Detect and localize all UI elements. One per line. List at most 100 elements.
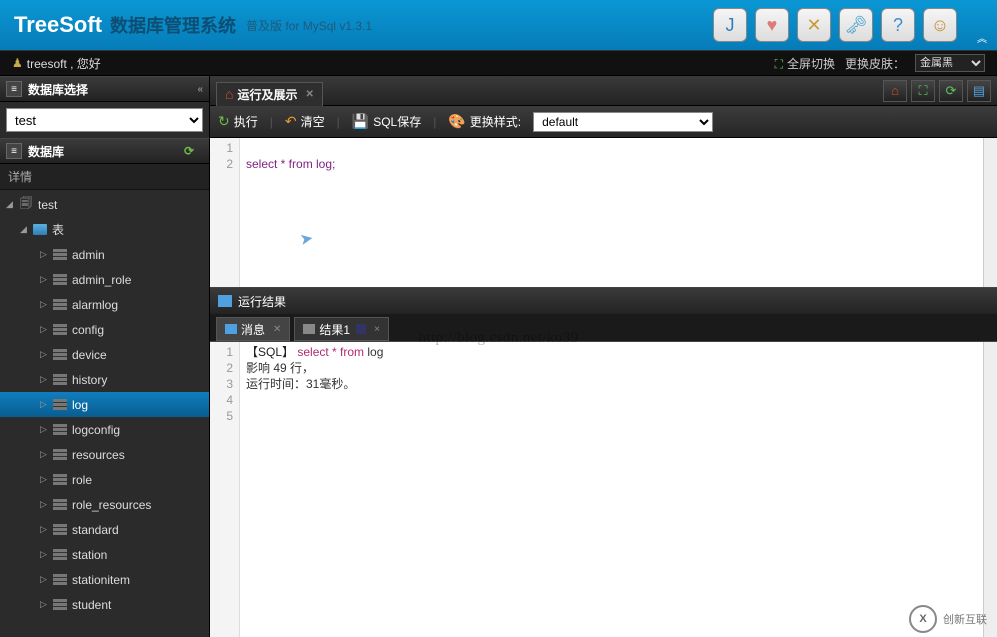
tab-close-icon[interactable]: ✕ (305, 89, 313, 100)
editor-scrollbar[interactable] (983, 138, 997, 287)
tab-run-display[interactable]: ⌂ 运行及展示 ✕ (216, 82, 323, 106)
header-icon-j[interactable]: J (713, 8, 747, 42)
tree-toggle-icon[interactable]: ▷ (40, 449, 50, 460)
tree-toggle-icon[interactable]: ▷ (40, 374, 50, 385)
tab-close-icon[interactable]: × (374, 324, 380, 335)
results-text: 【SQL】 select * from log 影响 49 行， 运行时间：31… (240, 342, 983, 637)
skin-label: 更换皮肤： (845, 55, 905, 72)
tree-table-alarmlog[interactable]: ▷alarmlog (0, 292, 209, 317)
database-select[interactable]: test (6, 108, 203, 132)
tree-toggle-icon[interactable]: ◢ (20, 224, 30, 235)
home-icon: ⌂ (225, 86, 233, 102)
header-icon-tools[interactable]: ✕ (797, 8, 831, 42)
collapse-icon[interactable]: « (197, 84, 203, 95)
table-icon (52, 298, 68, 312)
header-icon-heart[interactable]: ♥ (755, 8, 789, 42)
tree-table-role[interactable]: ▷role (0, 467, 209, 492)
tree-table-role_resources[interactable]: ▷role_resources (0, 492, 209, 517)
tree-toggle-icon[interactable]: ▷ (40, 324, 50, 335)
db-tree: ◢ 🗐 test ◢ 表 ▷admin▷admin_role▷alarmlog▷… (0, 190, 209, 637)
tree-table-admin_role[interactable]: ▷admin_role (0, 267, 209, 292)
tab-result1[interactable]: 结果1 × (294, 317, 389, 341)
table-icon (52, 498, 68, 512)
editor-code[interactable]: select * from log; ➤ (240, 138, 983, 287)
mouse-cursor-icon: ➤ (299, 231, 315, 249)
table-icon (52, 473, 68, 487)
user-icon: ♟ (12, 56, 23, 70)
tree-toggle-icon[interactable]: ▷ (40, 249, 50, 260)
sql-editor[interactable]: 1 2 select * from log; ➤ (210, 138, 997, 288)
refresh-icon[interactable]: ⟳ (181, 143, 197, 159)
results-scrollbar[interactable] (983, 342, 997, 637)
tab-close-icon[interactable]: ✕ (273, 324, 281, 335)
header-icon-key[interactable]: 🗝 (839, 8, 873, 42)
tree-table-resources[interactable]: ▷resources (0, 442, 209, 467)
run-button[interactable]: ↻执行 (218, 113, 258, 130)
skin-select[interactable]: 金属黑 (915, 54, 985, 72)
tree-root[interactable]: ◢ 🗐 test (0, 192, 209, 217)
sidebar: ≡ 数据库选择 « test ≡ 数据库 ⟳ 详情 ◢ 🗐 test ◢ 表 ▷… (0, 76, 210, 637)
results-tab-bar: 消息 ✕ 结果1 × (210, 314, 997, 342)
results-icon (218, 295, 232, 307)
fullscreen-toggle[interactable]: ⛶全屏切换 (775, 55, 835, 72)
tree-tables-folder[interactable]: ◢ 表 (0, 217, 209, 242)
table-icon (52, 273, 68, 287)
refresh-button[interactable]: ⟳ (939, 80, 963, 102)
tree-toggle-icon[interactable]: ▷ (40, 299, 50, 310)
tree-toggle-icon[interactable]: ▷ (40, 574, 50, 585)
layout-icon: ▤ (973, 83, 985, 99)
table-icon (52, 598, 68, 612)
tree-toggle-icon[interactable]: ▷ (40, 599, 50, 610)
tree-table-stationitem[interactable]: ▷stationitem (0, 567, 209, 592)
editor-gutter: 1 2 (210, 138, 240, 287)
tree-table-standard[interactable]: ▷standard (0, 517, 209, 542)
tree-toggle-icon[interactable]: ▷ (40, 399, 50, 410)
tab-messages[interactable]: 消息 ✕ (216, 317, 290, 341)
tree-toggle-icon[interactable]: ▷ (40, 274, 50, 285)
tree-toggle-icon[interactable]: ▷ (40, 474, 50, 485)
brand-subtitle: 数据库管理系统 (110, 12, 236, 38)
layout-button[interactable]: ▤ (967, 80, 991, 102)
header-icon-user[interactable]: ☺ (923, 8, 957, 42)
tree-toggle-icon[interactable]: ▷ (40, 549, 50, 560)
tree-toggle-icon[interactable]: ▷ (40, 524, 50, 535)
save-icon: 💾 (352, 113, 369, 130)
db-select-header: ≡ 数据库选择 « (0, 76, 209, 102)
tree-table-history[interactable]: ▷history (0, 367, 209, 392)
tree-toggle-icon[interactable]: ◢ (6, 199, 16, 210)
tree-toggle-icon[interactable]: ▷ (40, 424, 50, 435)
tree-table-logconfig[interactable]: ▷logconfig (0, 417, 209, 442)
expand-button[interactable]: ⛶ (911, 80, 935, 102)
status-bar: ♟ treesoft , 您好 ⛶全屏切换 更换皮肤： 金属黑 (0, 50, 997, 76)
tree-table-station[interactable]: ▷station (0, 542, 209, 567)
style-label: 🎨更换样式: (448, 113, 521, 130)
style-select[interactable]: default (533, 112, 713, 132)
detail-label: 详情 (0, 164, 209, 190)
tree-table-device[interactable]: ▷device (0, 342, 209, 367)
table-icon (52, 248, 68, 262)
tree-table-admin[interactable]: ▷admin (0, 242, 209, 267)
fullscreen-icon: ⛶ (775, 57, 783, 71)
home-button[interactable]: ⌂ (883, 80, 907, 102)
clear-button[interactable]: ↶清空 (285, 113, 325, 130)
tree-toggle-icon[interactable]: ▷ (40, 349, 50, 360)
message-icon (225, 324, 237, 334)
results-header: 运行结果 (210, 288, 997, 314)
save-sql-button[interactable]: 💾SQL保存 (352, 113, 421, 130)
collapse-chevron-icon[interactable]: ︽ (977, 30, 987, 45)
tree-table-student[interactable]: ▷student (0, 592, 209, 617)
table-icon (52, 573, 68, 587)
table-icon (52, 323, 68, 337)
tree-table-config[interactable]: ▷config (0, 317, 209, 342)
tree-table-log[interactable]: ▷log (0, 392, 209, 417)
brand-version: 普及版 for MySql v1.3.1 (246, 17, 372, 34)
table-icon (52, 448, 68, 462)
tree-toggle-icon[interactable]: ▷ (40, 499, 50, 510)
table-icon (52, 423, 68, 437)
header-icon-help[interactable]: ? (881, 8, 915, 42)
results-body: 1 2 3 4 5 【SQL】 select * from log 影响 49 … (210, 342, 997, 637)
database-header: ≡ 数据库 ⟳ (0, 138, 209, 164)
table-icon (52, 548, 68, 562)
brand-title: TreeSoft (14, 12, 102, 38)
main-tab-bar: ⌂ 运行及展示 ✕ ⌂ ⛶ ⟳ ▤ (210, 76, 997, 106)
